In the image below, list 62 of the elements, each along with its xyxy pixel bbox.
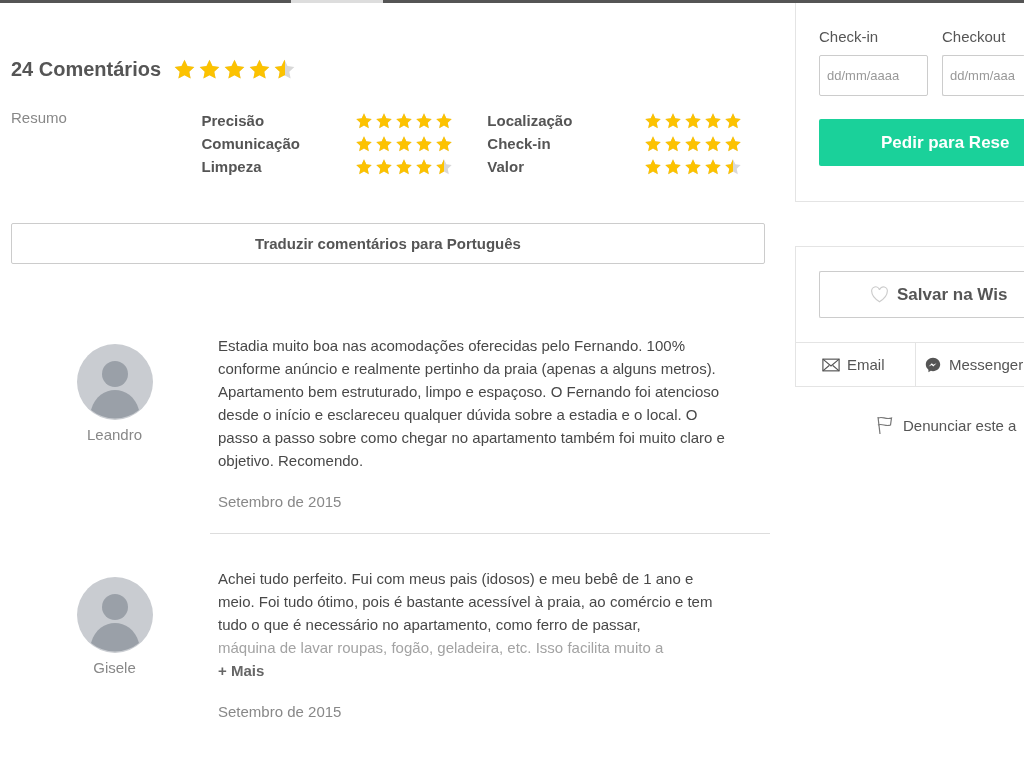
- star-icon: [395, 111, 414, 130]
- star-icon: [415, 134, 434, 153]
- envelope-icon: [822, 356, 840, 373]
- wishlist-button[interactable]: Salvar na Wis: [819, 271, 1024, 318]
- star-icon: [375, 157, 394, 176]
- translate-button[interactable]: Traduzir comentários para Português: [11, 223, 765, 264]
- star-icon: [704, 157, 722, 176]
- star-icon: [644, 134, 662, 153]
- messenger-icon: [924, 356, 942, 373]
- star-icon: [664, 157, 682, 176]
- star-icon: [724, 134, 742, 153]
- star-icon: [355, 157, 374, 176]
- review-date: Setembro de 2015: [218, 702, 342, 722]
- heart-icon: [870, 286, 889, 303]
- report-link[interactable]: Denunciar este a: [875, 415, 1024, 435]
- reviewer-name: Leandro: [86, 426, 143, 443]
- star-icon: [415, 111, 434, 130]
- star-icon: [704, 111, 722, 130]
- review-date: Setembro de 2015: [218, 492, 342, 512]
- star-icon: [664, 134, 682, 153]
- star-icon: [355, 134, 374, 153]
- star-icon: [395, 157, 414, 176]
- review-text: Estadia muito boa nas acomodações oferecidas pelo Fernando. 100% conforme anúncio e realmente pertinho da praia (apenas a alguns metros). Apartamento bem estruturado, limpo e espaçoso. O Fernando foi atencioso desde o início e esclareceu qualquer dúvida sobre a estadia e o local. O passo a passo sobre como chegar no apartamento também foi muito claro e objetivo. Recomendo.: [218, 336, 726, 471]
- reviewer-name: Gisele: [93, 659, 136, 676]
- star-icon: [375, 134, 394, 153]
- star-icon: [415, 157, 434, 176]
- summary-label: Resumo: [11, 109, 68, 128]
- star-icon: [273, 58, 297, 81]
- star-icon: [724, 157, 742, 176]
- star-icon: [684, 134, 702, 153]
- star-icon: [684, 111, 702, 130]
- category-label: Precisão: [201, 112, 265, 129]
- category-label: Localização: [487, 112, 573, 129]
- star-icon: [684, 157, 702, 176]
- star-icon: [395, 134, 414, 153]
- flag-icon: [875, 415, 895, 435]
- star-icon: [664, 111, 682, 130]
- star-icon: [435, 157, 454, 176]
- checkin-date-field[interactable]: dd/mm/aaaa: [819, 55, 928, 96]
- more-link[interactable]: + Mais: [218, 659, 730, 682]
- star-icon: [355, 111, 374, 130]
- checkout-date-field[interactable]: dd/mm/aaa: [942, 55, 1024, 96]
- reviews-count-heading: 24 Comentários: [11, 58, 162, 81]
- checkin-label: Check-in: [819, 28, 880, 45]
- category-label: Check-in: [487, 135, 551, 152]
- category-label: Comunicação: [201, 135, 300, 152]
- review-text: Achei tudo perfeito. Fui com meus pais (idosos) e meu bebê de 1 ano e meio. Foi tudo ótimo, pois é bastante acessível à praia, ao comércio e tem tudo o que é necessário no apartamento, como ferro de passar,: [218, 569, 714, 635]
- star-icon: [644, 157, 662, 176]
- star-icon: [435, 134, 454, 153]
- star-icon: [375, 111, 394, 130]
- category-label: Valor: [487, 158, 524, 175]
- star-icon: [248, 58, 272, 81]
- star-icon: [644, 111, 662, 130]
- star-icon: [724, 111, 742, 130]
- checkout-label: Checkout: [942, 28, 1007, 45]
- star-icon: [173, 58, 197, 81]
- star-icon: [704, 134, 722, 153]
- star-icon: [223, 58, 247, 81]
- category-label: Limpeza: [201, 158, 262, 175]
- faded-review-text: máquina de lavar roupas, fogão, geladeira, etc. Isso facilita muito a: [218, 638, 665, 658]
- star-icon: [435, 111, 454, 130]
- star-icon: [198, 58, 222, 81]
